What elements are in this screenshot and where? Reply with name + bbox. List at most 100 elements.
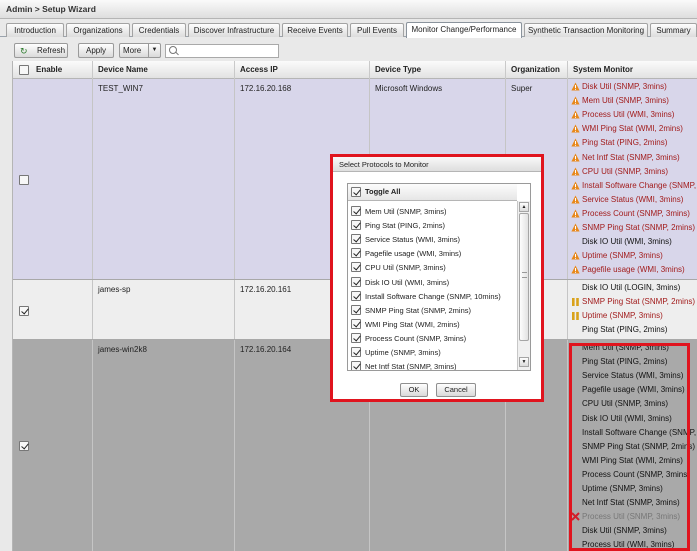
- warning-icon: [571, 138, 580, 148]
- tab-introduction[interactable]: Introduction: [6, 23, 64, 37]
- protocol-label: WMI Ping Stat (WMI, 2mins): [365, 319, 460, 329]
- protocol-checkbox[interactable]: [351, 234, 361, 245]
- monitor-label: CPU Util (SNMP, 3mins): [582, 166, 669, 176]
- protocol-checkbox[interactable]: [351, 318, 361, 329]
- toggle-all-row[interactable]: Toggle All: [348, 184, 517, 201]
- search-icon-handle: [175, 51, 179, 56]
- protocol-checkbox[interactable]: [351, 290, 361, 301]
- header-device-name[interactable]: Device Name: [93, 61, 235, 79]
- protocol-checkbox[interactable]: [351, 361, 361, 370]
- monitor-label: Ping Stat (PING, 2mins): [582, 325, 668, 335]
- row-enable-checkbox[interactable]: [19, 306, 29, 316]
- warning-icon: [571, 124, 580, 134]
- system-monitor-list: Disk Util (SNMP, 3mins) Mem Util (SNMP, 3…: [568, 79, 697, 279]
- header-enable-label: Enable: [36, 65, 63, 74]
- tab-monitor-change-performance[interactable]: Monitor Change/Performance: [406, 22, 522, 38]
- monitor-label: Pagefile usage (WMI, 3mins): [582, 265, 685, 275]
- header-enable[interactable]: Enable: [13, 61, 93, 79]
- grip-icon: [522, 272, 527, 278]
- tab-summary[interactable]: Summary: [650, 23, 697, 37]
- monitor-label: Disk Util (SNMP, 3mins): [582, 82, 667, 91]
- scroll-thumb[interactable]: [519, 213, 529, 341]
- protocol-checkbox[interactable]: [351, 262, 361, 273]
- protocol-checkbox[interactable]: [351, 220, 361, 231]
- header-device-type[interactable]: Device Type: [370, 61, 506, 79]
- protocol-checkbox[interactable]: [351, 248, 361, 259]
- device-name: james-sp: [93, 280, 235, 339]
- highlight-box: [569, 343, 690, 551]
- more-label: More: [123, 46, 142, 55]
- ok-button[interactable]: OK: [400, 383, 428, 397]
- protocol-label: Mem Util (SNMP, 3mins): [365, 207, 447, 216]
- protocol-label: Process Count (SNMP, 3mins): [365, 333, 467, 343]
- tab-synthetic-transaction-monitoring[interactable]: Synthetic Transaction Monitoring: [524, 23, 648, 37]
- warning-icon: [571, 181, 580, 191]
- cancel-button[interactable]: Cancel: [436, 383, 476, 397]
- enable-cell: [13, 79, 93, 279]
- breadcrumb: Admin > Setup Wizard: [0, 0, 697, 19]
- monitor-label: Uptime (SNMP, 3mins): [582, 311, 663, 321]
- protocol-label: Install Software Change (SNMP, 10mins): [365, 291, 501, 301]
- tab-receive-events[interactable]: Receive Events: [282, 23, 348, 37]
- scroll-down-arrow[interactable]: ▼: [519, 357, 529, 367]
- scroll-up-arrow[interactable]: ▲: [519, 202, 529, 212]
- list-scrollbar[interactable]: ▲ ▼: [517, 201, 530, 370]
- row-enable-checkbox[interactable]: [19, 441, 29, 451]
- more-button[interactable]: More ▼: [119, 43, 161, 58]
- monitor-label: Ping Stat (PING, 2mins): [582, 138, 668, 148]
- tab-credentials[interactable]: Credentials: [132, 23, 186, 37]
- warning-icon: [571, 195, 580, 205]
- grid-header: Enable Device Name Access IP Device Type…: [13, 61, 697, 79]
- warning-icon: [571, 265, 580, 275]
- protocol-label: Disk IO Util (WMI, 3mins): [365, 277, 450, 287]
- select-protocols-dialog: Select Protocols to Monitor Toggle All M…: [330, 154, 544, 402]
- protocol-checkbox[interactable]: [351, 304, 361, 315]
- monitor-label: Process Count (SNMP, 3mins): [582, 208, 690, 218]
- wizard-tabs: Introduction Organizations Credentials D…: [0, 21, 697, 38]
- system-monitor-list: Disk IO Util (LOGIN, 3mins) SNMP Ping Sta…: [568, 280, 697, 339]
- toolbar: ↻ Refresh Apply More ▼: [0, 38, 697, 60]
- search-input[interactable]: [165, 44, 279, 58]
- tab-pull-events[interactable]: Pull Events: [350, 23, 404, 37]
- protocol-label: SNMP Ping Stat (SNMP, 2mins): [365, 305, 472, 315]
- protocol-checkbox[interactable]: [351, 276, 361, 287]
- protocol-checkbox[interactable]: [351, 347, 361, 357]
- protocol-list: Toggle All Mem Util (SNMP, 3mins) Ping St…: [347, 183, 531, 371]
- protocol-label: Ping Stat (PING, 2mins): [365, 221, 446, 231]
- warning-icon: [571, 209, 580, 219]
- header-organization[interactable]: Organization: [506, 61, 568, 79]
- toggle-all-checkbox[interactable]: [351, 187, 361, 197]
- pause-icon: [571, 311, 580, 321]
- enable-cell: [13, 280, 93, 339]
- monitor-label: Disk IO Util (LOGIN, 3mins): [582, 283, 681, 292]
- protocol-label: Service Status (WMI, 3mins): [365, 235, 461, 245]
- device-name: james-win2k8: [93, 340, 235, 551]
- device-name: TEST_WIN7: [93, 79, 235, 279]
- protocol-label: Pagefile usage (WMI, 3mins): [365, 249, 462, 259]
- protocol-checkbox[interactable]: [351, 332, 361, 343]
- warning-icon: [571, 153, 580, 163]
- header-system-monitor[interactable]: System Monitor: [568, 61, 697, 79]
- monitor-label: WMI Ping Stat (WMI, 2mins): [582, 124, 683, 134]
- monitor-label: Uptime (SNMP, 3mins): [582, 251, 663, 261]
- monitor-label: SNMP Ping Stat (SNMP, 2mins): [582, 223, 696, 232]
- dialog-title: Select Protocols to Monitor: [333, 157, 541, 172]
- tab-organizations[interactable]: Organizations: [66, 23, 130, 37]
- toggle-all-label: Toggle All: [365, 187, 401, 196]
- protocol-label: Net Intf Stat (SNMP, 3mins): [365, 362, 457, 371]
- monitor-label: Install Software Change (SNMP,: [582, 180, 697, 190]
- warning-icon: [571, 223, 580, 233]
- monitor-label: Mem Util (SNMP, 3mins): [582, 96, 669, 106]
- row-enable-checkbox[interactable]: [19, 175, 29, 185]
- apply-button[interactable]: Apply: [78, 43, 114, 58]
- status-ok-icon: [571, 237, 580, 247]
- protocol-checkbox[interactable]: [351, 206, 361, 216]
- refresh-button[interactable]: ↻ Refresh: [14, 43, 68, 58]
- refresh-icon: ↻: [20, 46, 28, 56]
- header-access-ip[interactable]: Access IP: [235, 61, 370, 79]
- tab-discover-infrastructure[interactable]: Discover Infrastructure: [188, 23, 280, 37]
- monitor-label: SNMP Ping Stat (SNMP, 2mins): [582, 297, 696, 307]
- warning-icon: [571, 167, 580, 177]
- protocol-label: Uptime (SNMP, 3mins): [365, 348, 441, 357]
- select-all-checkbox[interactable]: [19, 65, 29, 75]
